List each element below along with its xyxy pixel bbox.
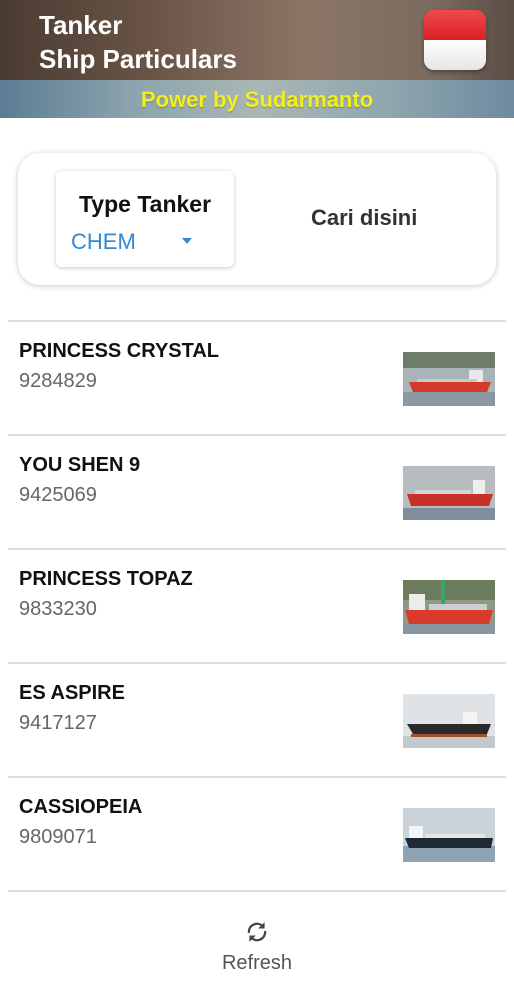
sync-icon [247,922,267,942]
ship-imo: 9425069 [19,484,97,506]
ship-list-item[interactable]: PRINCESS TOPAZ 9833230 [0,550,514,662]
bottom-bar: Refresh [0,900,514,1000]
ship-name: YOU SHEN 9 [19,454,141,476]
ship-list: PRINCESS CRYSTAL 9284829 YOU SHEN 9 9425… [0,320,514,892]
ship-name: CASSIOPEIA [19,796,143,818]
ship-list-item[interactable]: YOU SHEN 9 9425069 [0,436,514,548]
ship-name: PRINCESS TOPAZ [19,568,193,590]
app-title-line2: Ship Particulars [39,44,237,74]
ship-imo: 9284829 [19,370,97,392]
ship-name: ES ASPIRE [19,682,125,704]
power-banner-text: Power by Sudarmanto [140,87,374,112]
filter-card: Type Tanker CHEM Cari disini [18,153,496,285]
app-title: Tanker Ship Particulars [39,8,237,76]
ship-list-item[interactable]: PRINCESS CRYSTAL 9284829 [0,322,514,434]
ship-photo [403,694,495,748]
ship-photo [403,580,495,634]
power-banner: Power by Sudarmanto [0,80,514,118]
ship-photo [403,808,495,862]
ship-imo: 9833230 [19,598,97,620]
ship-photo [403,466,495,520]
type-tanker-value: CHEM [71,229,136,254]
refresh-button[interactable]: Refresh [207,914,307,994]
type-tanker-label: Type Tanker [78,191,212,217]
divider [8,890,506,892]
ship-imo: 9417127 [19,712,97,734]
search-button[interactable]: Cari disini [311,205,417,231]
app-header: Tanker Ship Particulars [0,0,514,80]
ship-photo [403,352,495,406]
ship-imo: 9809071 [19,826,97,848]
type-tanker-dropdown[interactable]: Type Tanker CHEM [56,171,234,267]
indonesia-flag-icon [424,10,486,70]
ship-name: PRINCESS CRYSTAL [19,340,220,362]
refresh-label: Refresh [221,952,293,974]
ship-list-item[interactable]: CASSIOPEIA 9809071 [0,778,514,890]
ship-list-item[interactable]: ES ASPIRE 9417127 [0,664,514,776]
app-title-line1: Tanker [39,10,123,40]
arrow-drop-down-icon [182,238,192,244]
